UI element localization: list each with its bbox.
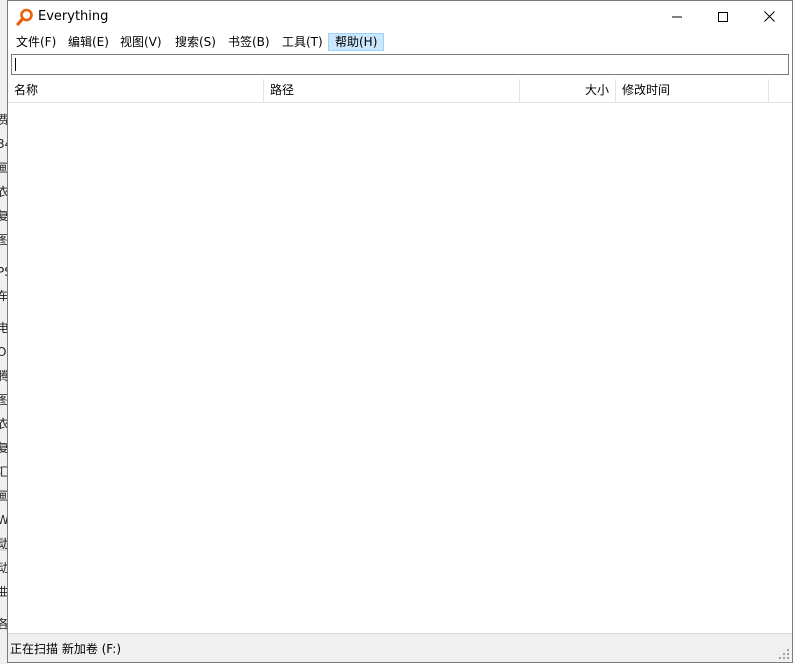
menu-view[interactable]: 视图(V) xyxy=(114,33,168,51)
menu-tools[interactable]: 工具(T) xyxy=(276,33,329,51)
column-header-name[interactable]: 名称 xyxy=(8,79,264,102)
menu-bookmarks[interactable]: 书签(B) xyxy=(222,33,276,51)
everything-window: Everything 文件(F) 编辑(E) 视图(V) 搜索(S) 书签(B)… xyxy=(7,0,793,663)
menu-edit[interactable]: 编辑(E) xyxy=(62,33,115,51)
menu-help[interactable]: 帮助(H) xyxy=(328,33,385,51)
column-header-path[interactable]: 路径 xyxy=(264,79,520,102)
window-title: Everything xyxy=(38,9,109,24)
status-bar: 正在扫描 新加卷 (F:) xyxy=(8,633,792,662)
maximize-button[interactable] xyxy=(700,1,746,32)
resize-grip-icon[interactable] xyxy=(778,648,790,660)
status-text: 正在扫描 新加卷 (F:) xyxy=(10,642,122,656)
column-header-modified[interactable]: 修改时间 xyxy=(616,79,769,102)
minimize-button[interactable] xyxy=(654,1,700,32)
menu-bar: 文件(F) 编辑(E) 视图(V) 搜索(S) 书签(B) 工具(T) 帮助(H… xyxy=(8,32,792,52)
search-input[interactable] xyxy=(12,55,788,74)
menu-file[interactable]: 文件(F) xyxy=(10,33,62,51)
text-caret xyxy=(15,58,16,71)
minimize-icon xyxy=(672,16,682,17)
search-box[interactable] xyxy=(11,54,789,75)
close-button[interactable] xyxy=(746,1,792,32)
column-header-size[interactable]: 大小 xyxy=(520,79,616,102)
maximize-icon xyxy=(718,11,728,22)
magnifier-icon xyxy=(16,8,34,26)
title-bar[interactable]: Everything xyxy=(8,1,792,32)
results-list[interactable] xyxy=(8,103,792,633)
close-icon xyxy=(763,11,775,22)
menu-search[interactable]: 搜索(S) xyxy=(169,33,222,51)
results-header: 名称 路径 大小 修改时间 xyxy=(8,79,792,103)
